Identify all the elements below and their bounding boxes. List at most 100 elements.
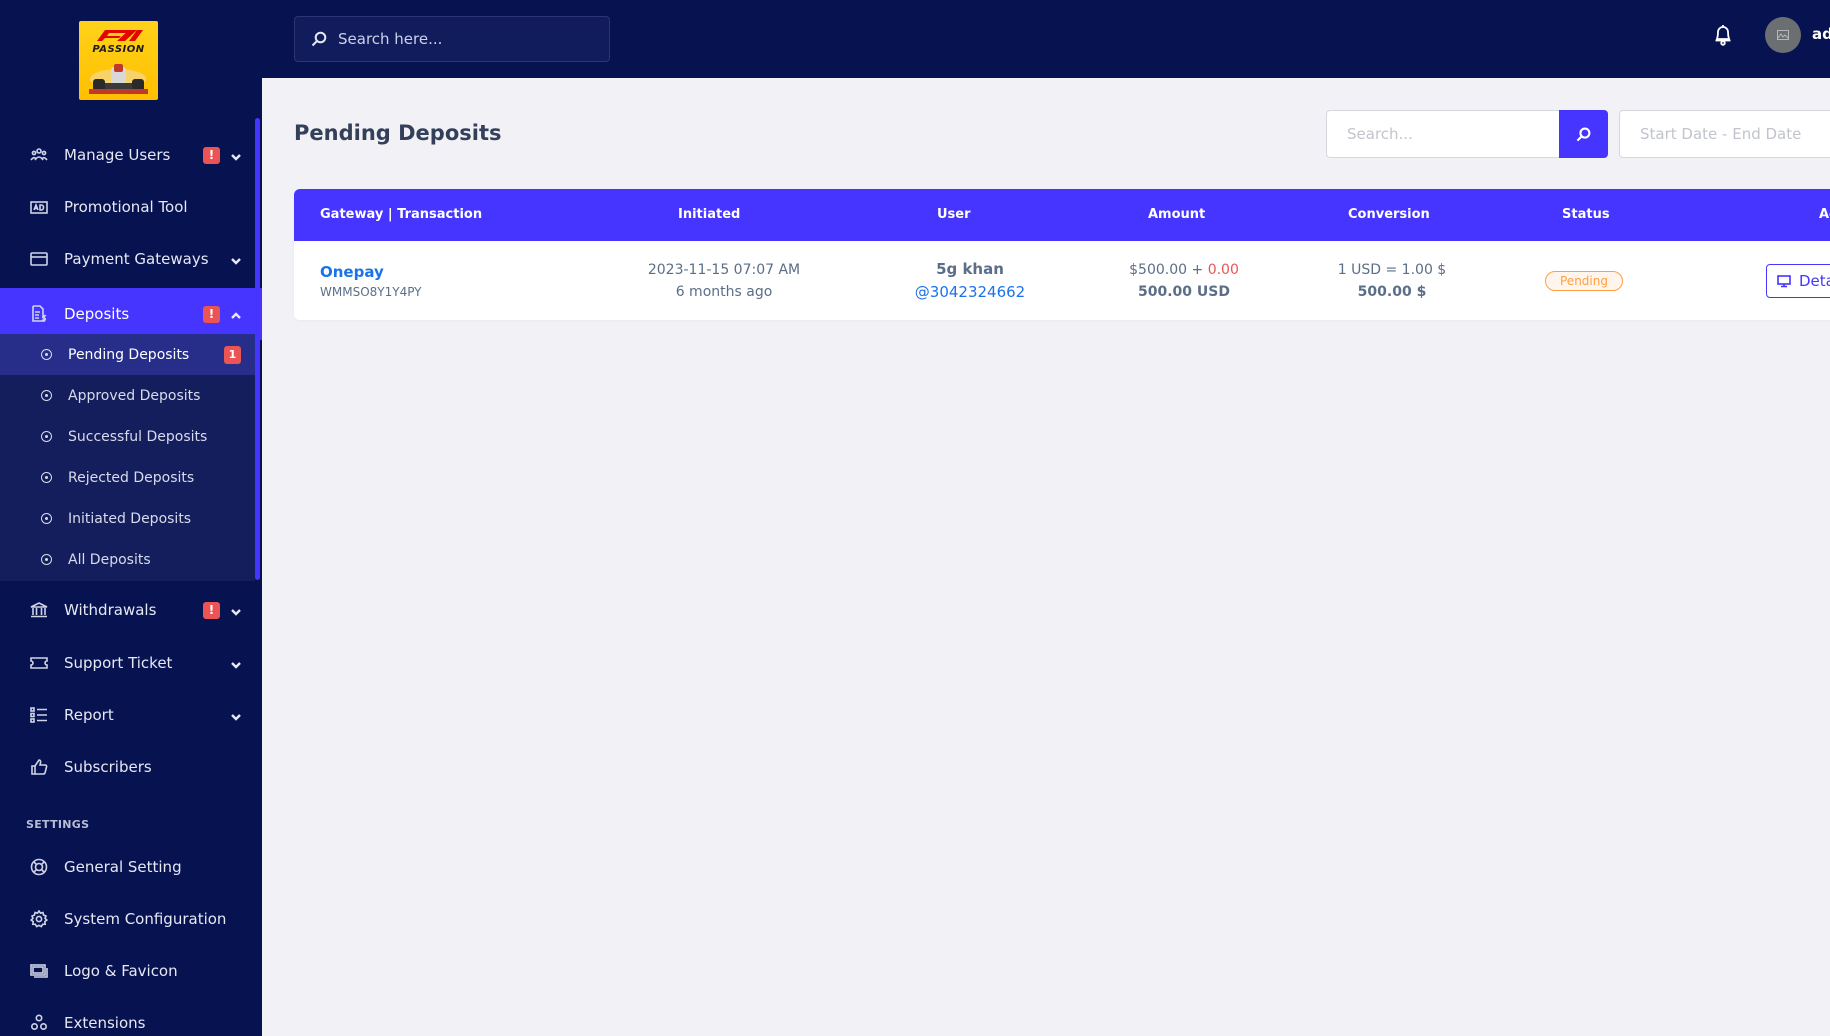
table-search-input[interactable] bbox=[1326, 110, 1559, 158]
status-badge: Pending bbox=[1545, 270, 1623, 291]
credit-card-icon bbox=[29, 249, 49, 269]
invoice-dollar-icon bbox=[29, 304, 49, 324]
cell-user: 5g khan @3042324662 bbox=[880, 241, 1060, 320]
sidebar-item-label: Deposits bbox=[64, 305, 130, 323]
sidebar: PASSION Manage Users ! Promotional Tool … bbox=[0, 0, 262, 1036]
sidebar-item-deposits[interactable]: Deposits ! bbox=[0, 288, 262, 340]
submenu-item-initiated-deposits[interactable]: Initiated Deposits bbox=[0, 498, 255, 539]
table-search-form bbox=[1326, 110, 1608, 158]
circle-dot-icon bbox=[41, 554, 52, 565]
cell-conversion: 1 USD = 1.00 $ 500.00 $ bbox=[1302, 241, 1482, 320]
column-header-status: Status bbox=[1562, 207, 1610, 222]
sidebar-item-report[interactable]: Report bbox=[0, 689, 255, 741]
global-search-input[interactable] bbox=[338, 17, 598, 61]
gateway-link[interactable]: Onepay bbox=[320, 263, 422, 281]
sidebar-item-extensions[interactable]: Extensions bbox=[0, 997, 255, 1036]
submenu-item-successful-deposits[interactable]: Successful Deposits bbox=[0, 416, 255, 457]
sidebar-item-logo-favicon[interactable]: Logo & Favicon bbox=[0, 945, 255, 997]
sidebar-scrollbar[interactable] bbox=[255, 118, 260, 580]
conversion-total: 500.00 $ bbox=[1357, 283, 1427, 300]
alert-badge: ! bbox=[203, 305, 220, 323]
cell-initiated: 2023-11-15 07:07 AM 6 months ago bbox=[634, 241, 814, 320]
submenu-item-label: Pending Deposits bbox=[68, 346, 190, 363]
deposits-submenu: Pending Deposits 1 Approved Deposits Suc… bbox=[0, 334, 255, 581]
sidebar-item-label: Manage Users bbox=[64, 146, 171, 164]
charge-value: 0.00 bbox=[1207, 261, 1239, 278]
table-row: Onepay WMMSO8Y1Y4PY 2023-11-15 07:07 AM … bbox=[294, 241, 1830, 320]
page-title: Pending Deposits bbox=[294, 121, 502, 145]
settings-section-title: SETTINGS bbox=[26, 818, 90, 831]
column-header-user: User bbox=[937, 207, 971, 222]
cubes-icon bbox=[29, 1013, 49, 1033]
user-profile-link[interactable]: @3042324662 bbox=[915, 281, 1025, 304]
user-avatar[interactable] bbox=[1765, 17, 1801, 53]
gear-icon bbox=[29, 909, 49, 929]
cell-status: Pending bbox=[1494, 241, 1674, 320]
initiated-relative: 6 months ago bbox=[675, 283, 773, 300]
search-icon bbox=[311, 31, 327, 47]
sidebar-item-label: Promotional Tool bbox=[64, 198, 188, 216]
sidebar-item-promotional-tool[interactable]: Promotional Tool bbox=[0, 181, 255, 233]
date-range-input[interactable] bbox=[1619, 110, 1830, 158]
column-header-gateway: Gateway | Transaction bbox=[320, 207, 483, 222]
sidebar-item-system-configuration[interactable]: System Configuration bbox=[0, 893, 255, 945]
sidebar-item-general-setting[interactable]: General Setting bbox=[0, 841, 255, 893]
column-header-amount: Amount bbox=[1148, 207, 1206, 222]
sidebar-item-support-ticket[interactable]: Support Ticket bbox=[0, 637, 255, 689]
submenu-item-label: Approved Deposits bbox=[68, 387, 201, 404]
circle-dot-icon bbox=[41, 513, 52, 524]
amount-total: 500.00 USD bbox=[1138, 283, 1230, 300]
submenu-item-rejected-deposits[interactable]: Rejected Deposits bbox=[0, 457, 255, 498]
column-header-action: Action bbox=[1819, 207, 1830, 222]
chevron-down-icon bbox=[230, 604, 242, 616]
lifebuoy-icon bbox=[29, 857, 49, 877]
sidebar-item-label: Subscribers bbox=[64, 758, 152, 776]
submenu-item-approved-deposits[interactable]: Approved Deposits bbox=[0, 375, 255, 416]
amount-value: $500.00 bbox=[1129, 261, 1188, 278]
cell-gateway: Onepay WMMSO8Y1Y4PY bbox=[320, 241, 422, 320]
sidebar-item-payment-gateways[interactable]: Payment Gateways bbox=[0, 233, 255, 285]
circle-dot-icon bbox=[41, 431, 52, 442]
amount-breakdown: $500.00 + 0.00 bbox=[1129, 259, 1239, 281]
column-header-conversion: Conversion bbox=[1348, 207, 1430, 222]
sidebar-item-label: General Setting bbox=[64, 858, 182, 876]
count-badge: 1 bbox=[224, 345, 241, 364]
plus-sign: + bbox=[1187, 261, 1208, 278]
sidebar-item-label: Withdrawals bbox=[64, 601, 157, 619]
chevron-down-icon bbox=[230, 709, 242, 721]
f1-logo-icon bbox=[97, 30, 143, 41]
username-label[interactable]: admin bbox=[1812, 25, 1830, 43]
deposits-table: Gateway | Transaction Initiated User Amo… bbox=[294, 189, 1830, 320]
logo-text: PASSION bbox=[92, 44, 145, 55]
notification-bell-icon[interactable] bbox=[1712, 22, 1734, 46]
race-car-icon bbox=[89, 64, 148, 94]
submenu-item-all-deposits[interactable]: All Deposits bbox=[0, 539, 255, 580]
chevron-down-icon bbox=[230, 149, 242, 161]
submenu-item-pending-deposits[interactable]: Pending Deposits 1 bbox=[0, 334, 255, 375]
circle-dot-icon bbox=[41, 349, 52, 360]
initiated-date: 2023-11-15 07:07 AM bbox=[647, 261, 801, 278]
conversion-rate: 1 USD = 1.00 $ bbox=[1337, 261, 1447, 278]
circle-dot-icon bbox=[41, 472, 52, 483]
cell-amount: $500.00 + 0.00 500.00 USD bbox=[1094, 241, 1274, 320]
brand-logo[interactable]: PASSION bbox=[79, 21, 158, 100]
alert-badge: ! bbox=[203, 601, 220, 619]
user-fullname: 5g khan bbox=[936, 259, 1004, 278]
submenu-item-label: All Deposits bbox=[68, 551, 151, 568]
sidebar-item-label: Report bbox=[64, 706, 114, 724]
global-search bbox=[294, 16, 610, 62]
sidebar-item-subscribers[interactable]: Subscribers bbox=[0, 741, 255, 793]
table-header: Gateway | Transaction Initiated User Amo… bbox=[294, 189, 1830, 241]
sidebar-item-withdrawals[interactable]: Withdrawals ! bbox=[0, 584, 255, 636]
table-search-button[interactable] bbox=[1559, 110, 1608, 158]
users-icon bbox=[29, 145, 49, 165]
list-icon bbox=[29, 705, 49, 725]
details-button-label: Details bbox=[1799, 272, 1830, 290]
details-button[interactable]: Details bbox=[1766, 264, 1830, 298]
sidebar-item-label: Payment Gateways bbox=[64, 250, 209, 268]
images-icon bbox=[29, 961, 49, 981]
sidebar-item-label: Extensions bbox=[64, 1014, 146, 1032]
sidebar-item-manage-users[interactable]: Manage Users ! bbox=[0, 129, 255, 181]
sidebar-item-label: Logo & Favicon bbox=[64, 962, 178, 980]
search-icon bbox=[1576, 127, 1591, 141]
